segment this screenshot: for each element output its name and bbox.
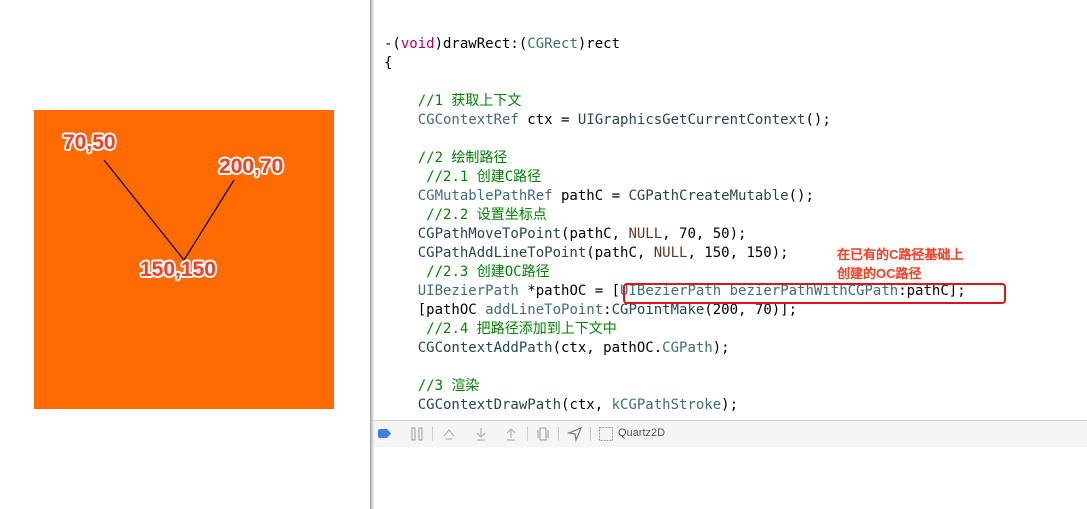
code-line[interactable]: CGPathMoveToPoint(pathC, NULL, 70, 50); [384, 225, 966, 244]
view-debugger-icon[interactable] [536, 426, 550, 442]
code-line[interactable]: //3 渲染 [384, 377, 966, 396]
code-line[interactable]: //2 绘制路径 [384, 149, 966, 168]
location-icon[interactable] [566, 426, 583, 443]
code-token: UIBezierPath [417, 283, 519, 299]
code-comment: //1 获取上下文 [417, 93, 522, 109]
code-comment: //2 绘制路径 [417, 150, 508, 166]
code-comment: //2.3 创建OC路径 [426, 264, 550, 280]
code-comment: //2.4 把路径添加到上下文中 [426, 321, 617, 337]
code-comment: //2.1 创建C路径 [426, 169, 542, 185]
code-token: ); [721, 397, 739, 413]
code-token: (200, 70)]; [704, 302, 798, 318]
debug-area [374, 447, 1087, 509]
annotation-line-1: 在已有的C路径基础上 [837, 247, 964, 262]
process-name[interactable]: Quartz2D [618, 427, 665, 439]
code-token: addLineToPoint [485, 302, 604, 318]
code-token: ); [712, 340, 730, 356]
code-token: , 70, 50); [662, 226, 747, 242]
code-token: CGPath [662, 340, 713, 356]
point-label-mid: 150,150 [140, 258, 216, 281]
debug-bar: Quartz2D [374, 420, 1087, 448]
code-token: NULL [628, 226, 663, 242]
highlight-box [623, 283, 1006, 304]
simulator-pane: 70,50 150,150 200,70 [0, 0, 370, 509]
code-token: CGContextDrawPath [417, 397, 562, 413]
code-token: (ctx, pathOC. [552, 340, 663, 356]
code-token: )rect [577, 36, 621, 52]
code-token: (pathC, [586, 245, 654, 261]
step-into-icon[interactable] [474, 426, 488, 442]
code-token: (); [805, 112, 831, 128]
code-line[interactable]: CGContextDrawPath(ctx, kCGPathStroke); [384, 396, 966, 415]
code-line[interactable]: //2.1 创建C路径 [384, 168, 966, 187]
code-token: (pathC, [561, 226, 629, 242]
code-token: [pathOC [384, 302, 486, 318]
code-token: -( [384, 36, 401, 52]
code-comment: //2.2 设置坐标点 [426, 207, 547, 223]
breakpoints-toggle-icon[interactable] [378, 429, 391, 438]
drawn-path [103, 159, 235, 262]
code-line[interactable]: //2.2 设置坐标点 [384, 206, 966, 225]
code-line[interactable]: CGContextAddPath(ctx, pathOC.CGPath); [384, 339, 966, 358]
code-line[interactable]: //1 获取上下文 [384, 92, 966, 111]
code-token: (ctx, [561, 397, 612, 413]
code-line[interactable]: { [384, 54, 966, 73]
code-token: CGPathAddLineToPoint [417, 245, 587, 261]
step-out-icon[interactable] [504, 426, 518, 442]
toolbar-separator [590, 427, 591, 441]
code-token: { [384, 55, 393, 71]
code-token: , 150, 150); [687, 245, 789, 261]
code-token: void [400, 36, 435, 52]
code-token: )drawRect:( [434, 36, 528, 52]
toolbar-separator [432, 427, 433, 441]
code-token: *pathOC = [ [518, 283, 621, 299]
code-token: CGMutablePathRef [417, 188, 553, 204]
toolbar-separator [558, 427, 559, 441]
source-code[interactable]: -(void)drawRect:(CGRect)rect{ //1 获取上下文 … [384, 35, 966, 415]
code-token: NULL [653, 245, 688, 261]
code-token: CGPointMake [611, 302, 705, 318]
code-token: CGPathCreateMutable [628, 188, 789, 204]
point-label-end: 200,70 [219, 155, 284, 178]
process-icon[interactable] [598, 426, 614, 442]
code-token: CGContextAddPath [417, 340, 553, 356]
code-token: UIGraphicsGetCurrentContext [577, 112, 806, 128]
toolbar-separator [527, 427, 528, 441]
code-line[interactable]: //2.4 把路径添加到上下文中 [384, 320, 966, 339]
code-comment: //3 渲染 [417, 378, 480, 394]
code-token: CGContextRef [417, 112, 519, 128]
code-line[interactable] [384, 130, 966, 149]
code-line[interactable]: -(void)drawRect:(CGRect)rect [384, 35, 966, 54]
code-token: ctx = [518, 112, 578, 128]
pause-icon[interactable] [410, 426, 424, 442]
code-token: (); [788, 188, 814, 204]
code-editor[interactable]: -(void)drawRect:(CGRect)rect{ //1 获取上下文 … [374, 0, 1087, 420]
code-token: : [603, 302, 612, 318]
code-token: CGRect [527, 36, 578, 52]
code-line[interactable] [384, 358, 966, 377]
code-line[interactable]: CGContextRef ctx = UIGraphicsGetCurrentC… [384, 111, 966, 130]
code-token: kCGPathStroke [611, 397, 722, 413]
annotation-line-2: 创建的OC路径 [837, 266, 922, 281]
step-over-icon[interactable] [442, 426, 456, 442]
point-label-start: 70,50 [63, 131, 116, 154]
code-token: CGPathMoveToPoint [417, 226, 562, 242]
code-line[interactable] [384, 73, 966, 92]
code-line[interactable]: CGMutablePathRef pathC = CGPathCreateMut… [384, 187, 966, 206]
code-token: pathC = [552, 188, 629, 204]
